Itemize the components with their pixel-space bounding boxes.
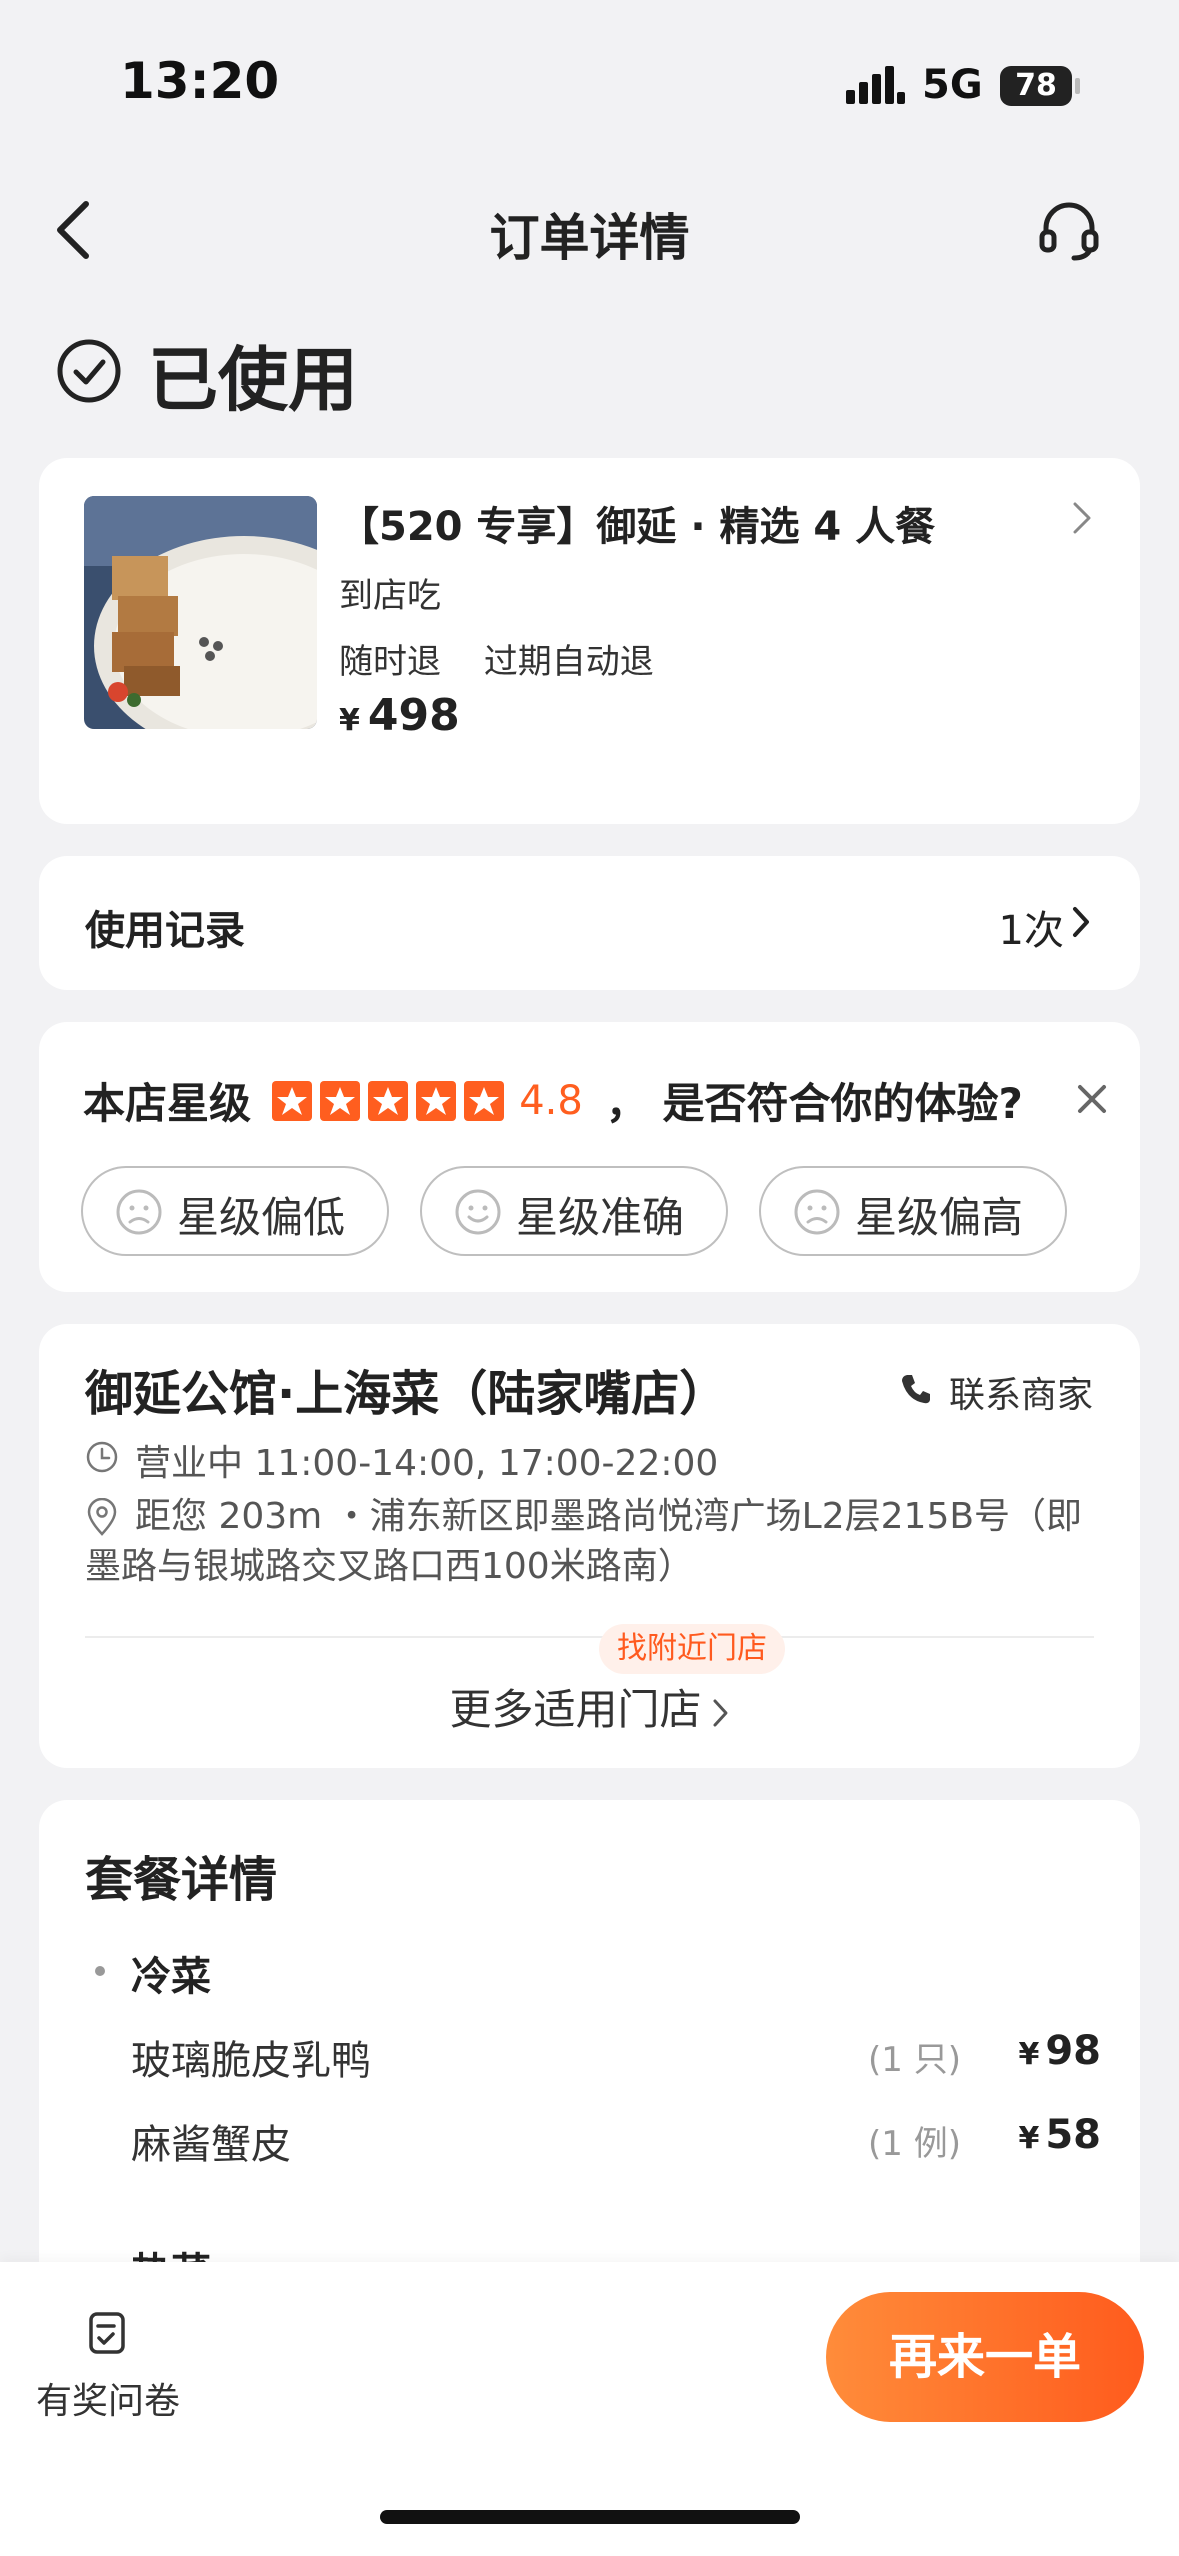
store-card: 御延公馆·上海菜（陆家嘴店） 联系商家 营业中 11:00-14:00, 17:… bbox=[39, 1324, 1140, 1768]
battery-icon: 78 bbox=[1000, 66, 1072, 106]
close-icon[interactable] bbox=[1077, 1084, 1107, 1114]
bullet-dot bbox=[95, 1966, 105, 1976]
price-value: 98 bbox=[1045, 2028, 1101, 2074]
usage-record-label: 使用记录 bbox=[85, 908, 245, 954]
price-value: 58 bbox=[1045, 2112, 1101, 2158]
dish-row: 玻璃脆皮乳鸭 (1 只) ¥98 bbox=[131, 2028, 1101, 2088]
rating-accurate-label: 星级准确 bbox=[516, 1193, 685, 1242]
star-icon bbox=[320, 1080, 361, 1121]
smile-face-icon bbox=[455, 1189, 501, 1235]
rating-question: ， 是否符合你的体验? bbox=[605, 1079, 1023, 1128]
dish-quantity: (1 只) bbox=[868, 2040, 961, 2080]
more-stores-link[interactable]: 更多适用门店 bbox=[39, 1676, 1140, 1737]
dish-name: 麻酱蟹皮 bbox=[131, 2122, 291, 2168]
location-pin-icon bbox=[87, 1498, 117, 1536]
store-hours-text: 营业中 11:00-14:00, 17:00-22:00 bbox=[135, 1443, 719, 1484]
usage-record-row[interactable]: 使用记录 1次 bbox=[39, 856, 1140, 990]
product-price: ¥498 bbox=[339, 690, 460, 741]
survey-icon bbox=[89, 2312, 125, 2354]
currency-symbol: ¥ bbox=[1018, 2037, 1040, 2072]
rating-low-label: 星级偏低 bbox=[177, 1193, 346, 1242]
rating-line: 本店星级 4.8 ， 是否符合你的体验? bbox=[83, 1070, 1023, 1129]
auto-refund-expired: 过期自动退 bbox=[483, 642, 654, 682]
chevron-right-icon bbox=[1073, 907, 1089, 937]
price-value: 498 bbox=[367, 690, 460, 741]
reorder-button[interactable]: 再来一单 bbox=[826, 2292, 1144, 2422]
dish-price: ¥98 bbox=[1018, 2028, 1101, 2074]
dish-quantity: (1 例) bbox=[868, 2124, 961, 2164]
more-stores-label: 更多适用门店 bbox=[449, 1685, 702, 1734]
product-card[interactable]: 【520 专享】御延 · 精选 4 人餐 到店吃 随时退 过期自动退 ¥498 bbox=[39, 458, 1140, 824]
status-time: 13:20 bbox=[120, 52, 280, 110]
rating-label: 本店星级 bbox=[83, 1079, 252, 1128]
network-label: 5G bbox=[922, 62, 983, 108]
sad-face-icon bbox=[116, 1189, 162, 1235]
dish-row: 麻酱蟹皮 (1 例) ¥58 bbox=[131, 2112, 1101, 2172]
signal-icon bbox=[846, 66, 905, 104]
survey-label: 有奖问卷 bbox=[36, 2381, 181, 2422]
battery-tip bbox=[1075, 78, 1080, 94]
star-icon bbox=[272, 1080, 313, 1121]
product-image bbox=[84, 496, 317, 729]
order-status-text: 已使用 bbox=[148, 339, 358, 421]
dish-price: ¥58 bbox=[1018, 2112, 1101, 2158]
rating-low-button[interactable]: 星级偏低 bbox=[81, 1166, 389, 1256]
rating-accurate-button[interactable]: 星级准确 bbox=[420, 1166, 728, 1256]
dish-name: 玻璃脆皮乳鸭 bbox=[131, 2038, 371, 2084]
store-name[interactable]: 御延公馆·上海菜（陆家嘴店） bbox=[85, 1354, 727, 1424]
package-category: 冷菜 bbox=[131, 1954, 211, 2000]
chevron-right-icon bbox=[1073, 502, 1091, 534]
phone-icon bbox=[902, 1375, 930, 1404]
store-address-text: 距您 203m ・浦东新区即墨路尚悦湾广场L2层215B号（即墨路与银城路交叉路… bbox=[85, 1496, 1083, 1587]
chevron-right-icon bbox=[713, 1699, 727, 1726]
product-title: 【520 专享】御延 · 精选 4 人餐 bbox=[339, 504, 936, 550]
currency-symbol: ¥ bbox=[339, 703, 360, 738]
star-icon bbox=[368, 1080, 409, 1121]
dine-in-tag: 到店吃 bbox=[339, 576, 441, 616]
currency-symbol: ¥ bbox=[1018, 2121, 1040, 2156]
status-bar: 13:20 5G 78 bbox=[0, 0, 1179, 150]
survey-button[interactable]: 有奖问卷 bbox=[36, 2310, 186, 2430]
headset-icon[interactable] bbox=[1036, 198, 1102, 264]
divider bbox=[85, 1636, 1094, 1638]
rating-high-button[interactable]: 星级偏高 bbox=[759, 1166, 1067, 1256]
nearby-stores-tag[interactable]: 找附近门店 bbox=[599, 1624, 785, 1674]
rating-high-label: 星级偏高 bbox=[855, 1193, 1024, 1242]
page-title: 订单详情 bbox=[489, 209, 690, 267]
store-address[interactable]: 距您 203m ・浦东新区即墨路尚悦湾广场L2层215B号（即墨路与银城路交叉路… bbox=[85, 1492, 1105, 1592]
rating-card: 本店星级 4.8 ， 是否符合你的体验? 星级偏低 星级准确 星级偏高 bbox=[39, 1022, 1140, 1292]
refund-policy: 随时退 过期自动退 bbox=[339, 634, 686, 683]
package-title: 套餐详情 bbox=[85, 1852, 278, 1908]
check-circle-icon bbox=[57, 339, 121, 403]
rating-score: 4.8 bbox=[519, 1077, 583, 1124]
refund-anytime: 随时退 bbox=[339, 642, 441, 682]
sad-face-icon bbox=[794, 1189, 840, 1235]
star-icon bbox=[464, 1080, 505, 1121]
star-icon bbox=[416, 1080, 457, 1121]
star-rating bbox=[272, 1080, 512, 1121]
navbar: 订单详情 bbox=[0, 170, 1179, 290]
contact-merchant-label: 联系商家 bbox=[949, 1375, 1094, 1416]
usage-count: 1次 bbox=[998, 908, 1064, 954]
home-indicator bbox=[380, 2510, 800, 2524]
clock-icon bbox=[86, 1441, 118, 1473]
